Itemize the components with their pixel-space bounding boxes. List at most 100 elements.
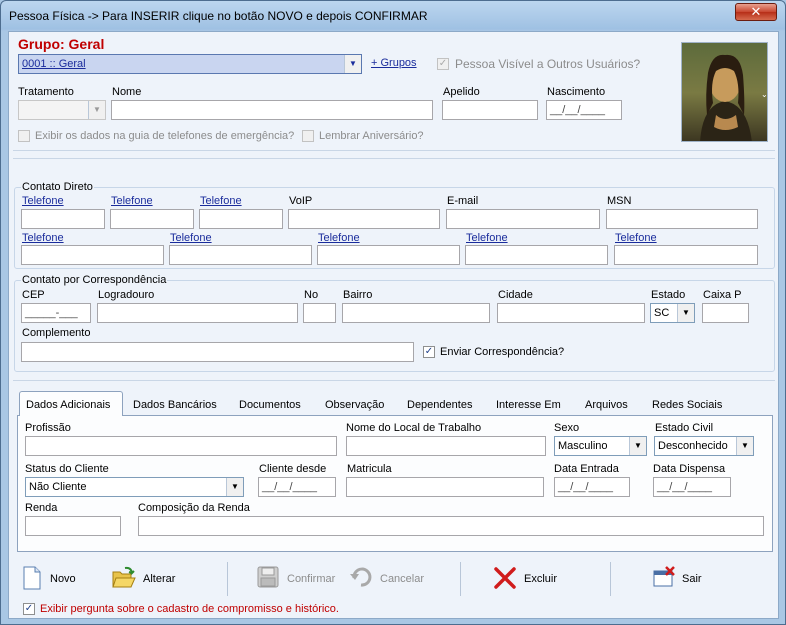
more-groups-link[interactable]: + Grupos xyxy=(371,57,417,69)
toolbar-separator xyxy=(460,562,461,596)
telefone-link-4[interactable]: Telefone xyxy=(22,232,64,244)
chevron-down-icon[interactable]: ▼ xyxy=(226,478,243,496)
contato-direto-title: Contato Direto xyxy=(21,181,94,193)
lembrar-label: Lembrar Aniversário? xyxy=(319,130,424,142)
estado-civil-select[interactable]: Desconhecido ▼ xyxy=(654,436,754,456)
chevron-down-icon[interactable]: ▼ xyxy=(736,437,753,455)
cancelar-button[interactable]: Cancelar xyxy=(349,564,429,592)
exibir-dados-checkbox[interactable] xyxy=(18,130,30,142)
estado-select[interactable]: SC ▼ xyxy=(650,303,695,323)
chevron-down-icon[interactable]: ▼ xyxy=(88,101,105,119)
open-folder-icon xyxy=(112,566,136,588)
group-select[interactable]: 0001 :: Geral ▼ xyxy=(18,54,362,74)
chevron-down-icon[interactable]: ▼ xyxy=(344,55,361,73)
telefone-link-6[interactable]: Telefone xyxy=(318,232,360,244)
tratamento-select[interactable]: ▼ xyxy=(18,100,106,120)
logradouro-label: Logradouro xyxy=(98,289,155,301)
tab-dados-adicionais[interactable]: Dados Adicionais xyxy=(19,391,123,417)
local-trabalho-label: Nome do Local de Trabalho xyxy=(346,422,482,434)
alterar-button[interactable]: Alterar xyxy=(112,564,182,592)
chevron-down-icon[interactable]: ▼ xyxy=(677,304,694,322)
profissao-input[interactable] xyxy=(25,436,337,456)
window: Pessoa Física -> Para INSERIR clique no … xyxy=(0,0,786,625)
delete-x-icon xyxy=(494,567,516,589)
numero-input[interactable] xyxy=(303,303,336,323)
novo-button[interactable]: Novo xyxy=(21,564,81,592)
telefone-input-6[interactable] xyxy=(317,245,460,265)
exibir-pergunta-checkbox[interactable]: ✓ xyxy=(23,603,35,615)
tab-interesse-em[interactable]: Interesse Em xyxy=(490,394,567,416)
sexo-select-value: Masculino xyxy=(558,440,608,452)
caixa-postal-input[interactable] xyxy=(702,303,749,323)
nome-input[interactable] xyxy=(111,100,433,120)
local-trabalho-input[interactable] xyxy=(346,436,546,456)
nascimento-input[interactable]: __/__/____ xyxy=(546,100,622,120)
title-bar[interactable]: Pessoa Física -> Para INSERIR clique no … xyxy=(1,1,785,31)
estado-civil-select-value: Desconhecido xyxy=(658,440,728,452)
caixa-postal-label: Caixa P xyxy=(703,289,742,301)
tab-redes-sociais[interactable]: Redes Sociais xyxy=(646,394,728,416)
telefone-input-2[interactable] xyxy=(110,209,194,229)
cep-input[interactable]: _____-___ xyxy=(21,303,91,323)
person-photo[interactable]: ⌄ xyxy=(681,42,768,142)
bairro-input[interactable] xyxy=(342,303,490,323)
telefone-link-7[interactable]: Telefone xyxy=(466,232,508,244)
telefone-input-1[interactable] xyxy=(21,209,105,229)
voip-input[interactable] xyxy=(288,209,440,229)
telefone-input-4[interactable] xyxy=(21,245,164,265)
sair-label: Sair xyxy=(682,573,702,585)
telefone-link-3[interactable]: Telefone xyxy=(200,195,242,207)
complemento-label: Complemento xyxy=(22,327,91,339)
confirmar-button[interactable]: Confirmar xyxy=(257,564,337,592)
estado-select-value: SC xyxy=(654,307,670,319)
exit-window-icon xyxy=(653,566,675,587)
logradouro-input[interactable] xyxy=(97,303,298,323)
sair-button[interactable]: Sair xyxy=(652,564,712,592)
tab-dados-bancarios[interactable]: Dados Bancários xyxy=(127,394,223,416)
nome-label: Nome xyxy=(112,86,142,98)
msn-label: MSN xyxy=(607,195,632,207)
new-document-icon xyxy=(23,566,41,590)
nascimento-label: Nascimento xyxy=(547,86,606,98)
telefone-input-8[interactable] xyxy=(614,245,758,265)
data-entrada-input[interactable]: __/__/____ xyxy=(554,477,630,497)
composicao-input[interactable] xyxy=(138,516,764,536)
email-input[interactable] xyxy=(446,209,600,229)
close-button[interactable]: ✕ xyxy=(735,3,777,21)
cidade-input[interactable] xyxy=(497,303,645,323)
tab-dependentes[interactable]: Dependentes xyxy=(401,394,478,416)
telefone-input-7[interactable] xyxy=(465,245,608,265)
telefone-link-2[interactable]: Telefone xyxy=(111,195,153,207)
tab-bar: Dados Adicionais Dados Bancários Documen… xyxy=(17,390,773,417)
tab-label: Observação xyxy=(325,399,385,411)
tab-arquivos[interactable]: Arquivos xyxy=(579,394,634,416)
data-dispensa-input[interactable]: __/__/____ xyxy=(653,477,731,497)
visible-checkbox[interactable]: ✓ xyxy=(437,58,449,70)
chevron-down-icon[interactable]: ▼ xyxy=(629,437,646,455)
divider xyxy=(13,158,775,159)
confirmar-label: Confirmar xyxy=(287,573,336,585)
telefone-link-8[interactable]: Telefone xyxy=(615,232,657,244)
estado-civil-label: Estado Civil xyxy=(655,422,714,434)
excluir-button[interactable]: Excluir xyxy=(493,564,563,592)
lembrar-checkbox[interactable] xyxy=(302,130,314,142)
matricula-input[interactable] xyxy=(346,477,544,497)
tab-observacao[interactable]: Observação xyxy=(319,394,390,416)
exibir-pergunta-label: Exibir pergunta sobre o cadastro de comp… xyxy=(40,603,339,615)
msn-input[interactable] xyxy=(606,209,758,229)
enviar-checkbox[interactable]: ✓ xyxy=(423,346,435,358)
tratamento-label: Tratamento xyxy=(18,86,74,98)
telefone-link-1[interactable]: Telefone xyxy=(22,195,64,207)
toolbar-separator xyxy=(227,562,228,596)
status-select[interactable]: Não Cliente ▼ xyxy=(25,477,244,497)
telefone-link-5[interactable]: Telefone xyxy=(170,232,212,244)
cliente-desde-input[interactable]: __/__/____ xyxy=(258,477,336,497)
renda-input[interactable] xyxy=(25,516,121,536)
tab-documentos[interactable]: Documentos xyxy=(233,394,307,416)
email-label: E-mail xyxy=(447,195,479,207)
apelido-input[interactable] xyxy=(442,100,538,120)
complemento-input[interactable] xyxy=(21,342,414,362)
telefone-input-5[interactable] xyxy=(169,245,312,265)
telefone-input-3[interactable] xyxy=(199,209,283,229)
sexo-select[interactable]: Masculino ▼ xyxy=(554,436,647,456)
